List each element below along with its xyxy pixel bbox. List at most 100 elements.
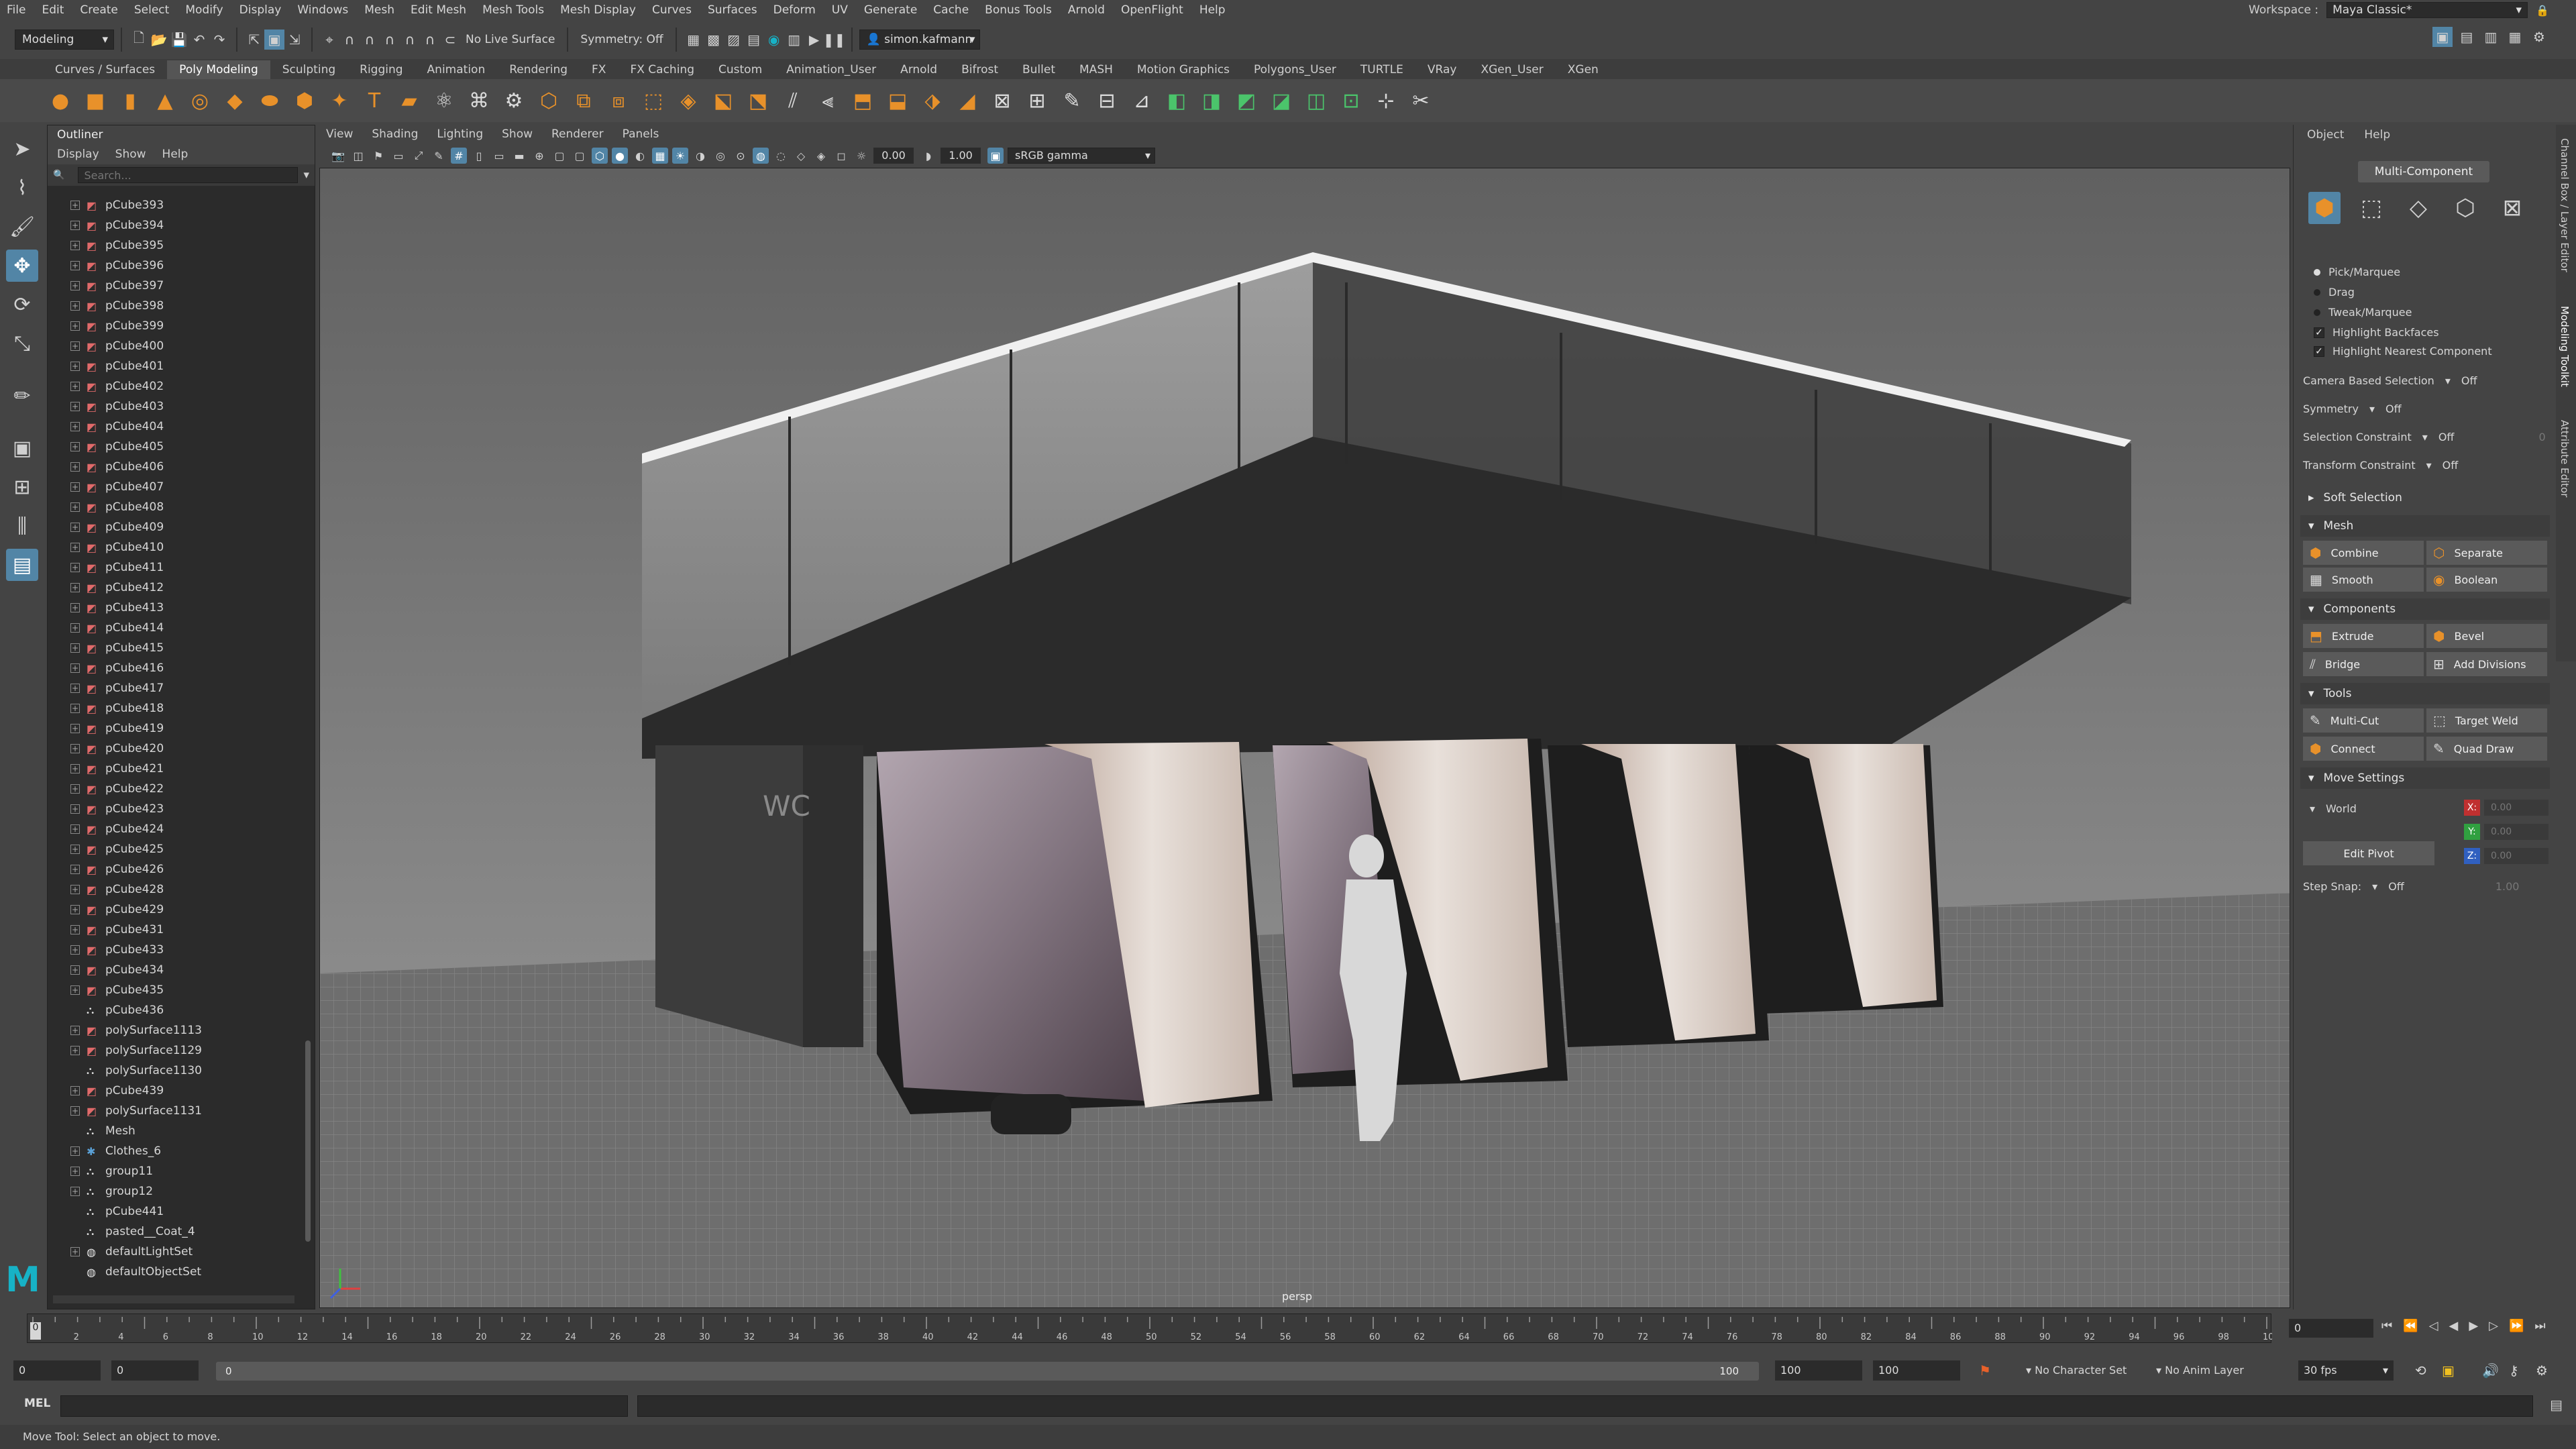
step-snap-row[interactable]: Step Snap: ▾ Off 1.00 (2303, 880, 2519, 893)
sound-icon[interactable]: 🔊 (2482, 1360, 2499, 1381)
menu-surfaces[interactable]: Surfaces (708, 3, 757, 17)
bevel-edge-icon[interactable]: ⬓ (883, 86, 912, 115)
drag-option[interactable]: Drag (2314, 286, 2355, 299)
expand-icon[interactable]: + (70, 724, 80, 733)
grease-pencil-icon[interactable]: ✎ (431, 148, 447, 164)
film-gate-icon[interactable]: ▯ (471, 148, 487, 164)
subdivide-icon[interactable]: ⊞ (1022, 86, 1052, 115)
outliner-row[interactable]: + ◩ pCube410 (48, 537, 303, 557)
pause-icon[interactable]: ❚❚ (823, 30, 846, 50)
menu-openflight[interactable]: OpenFlight (1121, 3, 1183, 17)
outliner-row[interactable]: ⛬ pCube441 (48, 1201, 303, 1222)
outliner-row[interactable]: + ◩ pCube397 (48, 276, 303, 296)
go-to-end-icon[interactable]: ⏭ (2534, 1319, 2545, 1333)
outliner-row[interactable]: + ◩ pCube414 (48, 618, 303, 638)
shelf-tab-xgen[interactable]: XGen (1556, 60, 1611, 79)
range-bar[interactable]: 0 100 (216, 1362, 1759, 1381)
camera-select-icon[interactable]: 📷 (330, 148, 346, 164)
soft-selection-section[interactable]: ▸ Soft Selection (2300, 487, 2550, 508)
outliner-row[interactable]: + ◩ pCube407 (48, 477, 303, 497)
fill-hole-icon[interactable]: ⬗ (918, 86, 947, 115)
outliner-row[interactable]: + ◩ pCube426 (48, 859, 303, 879)
expand-icon[interactable]: + (70, 482, 80, 492)
poly-cube-icon[interactable]: ■ (80, 86, 110, 115)
playback-start-field[interactable]: 0 (111, 1360, 199, 1381)
loop-icon[interactable]: ⟲ (2415, 1360, 2426, 1381)
outliner-row[interactable]: ⛬ pasted__Coat_4 (48, 1222, 303, 1242)
workspace-dropdown[interactable]: Maya Classic* ▾ (2326, 2, 2528, 18)
bevel-shelf-icon[interactable]: ⚙ (499, 86, 529, 115)
character-set-dropdown[interactable]: ▾ No Character Set (2026, 1360, 2127, 1381)
outliner-row[interactable]: + ◩ pCube408 (48, 497, 303, 517)
expand-icon[interactable]: + (70, 764, 80, 773)
mirror-icon[interactable]: ⌘ (464, 86, 494, 115)
viewport-menu-panels[interactable]: Panels (623, 127, 659, 141)
smooth-shade-icon[interactable]: ● (612, 148, 628, 164)
key-icon[interactable]: ⚷ (2509, 1360, 2519, 1381)
wireframe-icon[interactable]: ⬡ (592, 148, 608, 164)
outliner-row[interactable]: + ◩ pCube395 (48, 235, 303, 256)
menu-curves[interactable]: Curves (652, 3, 692, 17)
side-by-side-layout-icon[interactable]: ⫼ (6, 510, 38, 542)
outliner-row[interactable]: ⛬ Mesh (48, 1121, 303, 1141)
uv-unfold-icon[interactable]: ◧ (1162, 86, 1191, 115)
time-slider-track[interactable]: 2 4 6 8 10 12 14 16 18 20 22 24 26 28 30 32 34 36 38 40 42 44… (27, 1313, 2279, 1343)
expand-icon[interactable]: + (70, 1046, 80, 1055)
menu-arnold[interactable]: Arnold (1068, 3, 1105, 17)
symmetry-dropdown[interactable]: Symmetry: Off (580, 33, 663, 46)
expand-icon[interactable]: + (70, 704, 80, 713)
outliner-row[interactable]: + ◩ pCube425 (48, 839, 303, 859)
expand-icon[interactable]: + (70, 784, 80, 794)
outliner-row[interactable]: ⛬ polySurface1130 (48, 1061, 303, 1081)
anim-layer-dropdown[interactable]: ▾ No Anim Layer (2156, 1360, 2244, 1381)
outliner-persp-layout-icon[interactable]: ▤ (6, 549, 38, 581)
tool-settings-toggle-icon[interactable]: ▥ (2481, 27, 2501, 47)
attribute-editor-tab[interactable]: Attribute Editor (2559, 420, 2571, 497)
menu-mesh[interactable]: Mesh (364, 3, 394, 17)
rotate-tool-icon[interactable]: ⟳ (6, 288, 38, 321)
extract-icon[interactable]: ⧈ (604, 86, 633, 115)
expand-icon[interactable]: + (70, 201, 80, 210)
viewport-menu-shading[interactable]: Shading (372, 127, 418, 141)
expand-icon[interactable]: + (70, 824, 80, 834)
expand-icon[interactable]: + (70, 603, 80, 612)
menu-cache[interactable]: Cache (933, 3, 969, 17)
lasso-tool-icon[interactable]: ⌇ (6, 172, 38, 204)
open-scene-icon[interactable]: 📂 (149, 30, 169, 50)
animation-preferences-icon[interactable]: ⚙ (2536, 1360, 2548, 1381)
expand-icon[interactable]: + (70, 462, 80, 472)
expand-icon[interactable]: + (70, 905, 80, 914)
depth-of-field-icon[interactable]: ◈ (813, 148, 829, 164)
move-settings-section[interactable]: ▾ Move Settings (2300, 767, 2550, 789)
render-current-icon[interactable]: ▩ (704, 30, 724, 50)
expand-icon[interactable]: + (70, 583, 80, 592)
gamma-icon[interactable]: ◗ (920, 148, 936, 164)
outliner-row[interactable]: + ◩ pCube433 (48, 940, 303, 960)
outliner-horizontal-scrollbar[interactable] (53, 1295, 294, 1303)
gate-mask-icon[interactable]: ▬ (511, 148, 527, 164)
outliner-row[interactable]: + ◩ pCube405 (48, 437, 303, 457)
menu-edit[interactable]: Edit (42, 3, 64, 17)
expand-icon[interactable]: + (70, 885, 80, 894)
camera-attributes-icon[interactable]: ◫ (350, 148, 366, 164)
command-input-field[interactable] (60, 1395, 628, 1417)
expand-icon[interactable]: + (70, 523, 80, 532)
outliner-row[interactable]: + ⛬ group11 (48, 1161, 303, 1181)
expand-icon[interactable]: + (70, 865, 80, 874)
components-section[interactable]: ▾ Components (2300, 598, 2550, 620)
default-material-icon[interactable]: ◐ (632, 148, 648, 164)
mesh-section[interactable]: ▾ Mesh (2300, 515, 2550, 537)
expand-icon[interactable]: + (70, 925, 80, 934)
expand-icon[interactable]: + (70, 321, 80, 331)
textured-icon[interactable]: ▦ (652, 148, 668, 164)
outliner-menu-display[interactable]: Display (57, 148, 99, 161)
face-mode-icon[interactable]: ⬡ (2449, 192, 2481, 224)
booleans-icon[interactable]: ◈ (674, 86, 703, 115)
reduce-icon[interactable]: ⬕ (708, 86, 738, 115)
snap-view-icon[interactable]: ∩ (380, 30, 400, 50)
shelf-tab-poly-modeling[interactable]: Poly Modeling (167, 60, 270, 79)
expand-icon[interactable]: + (70, 261, 80, 270)
smooth-shelf-icon[interactable]: ⬚ (639, 86, 668, 115)
shelf-tab-turtle[interactable]: TURTLE (1348, 60, 1415, 79)
outliner-row[interactable]: + ◩ pCube429 (48, 900, 303, 920)
